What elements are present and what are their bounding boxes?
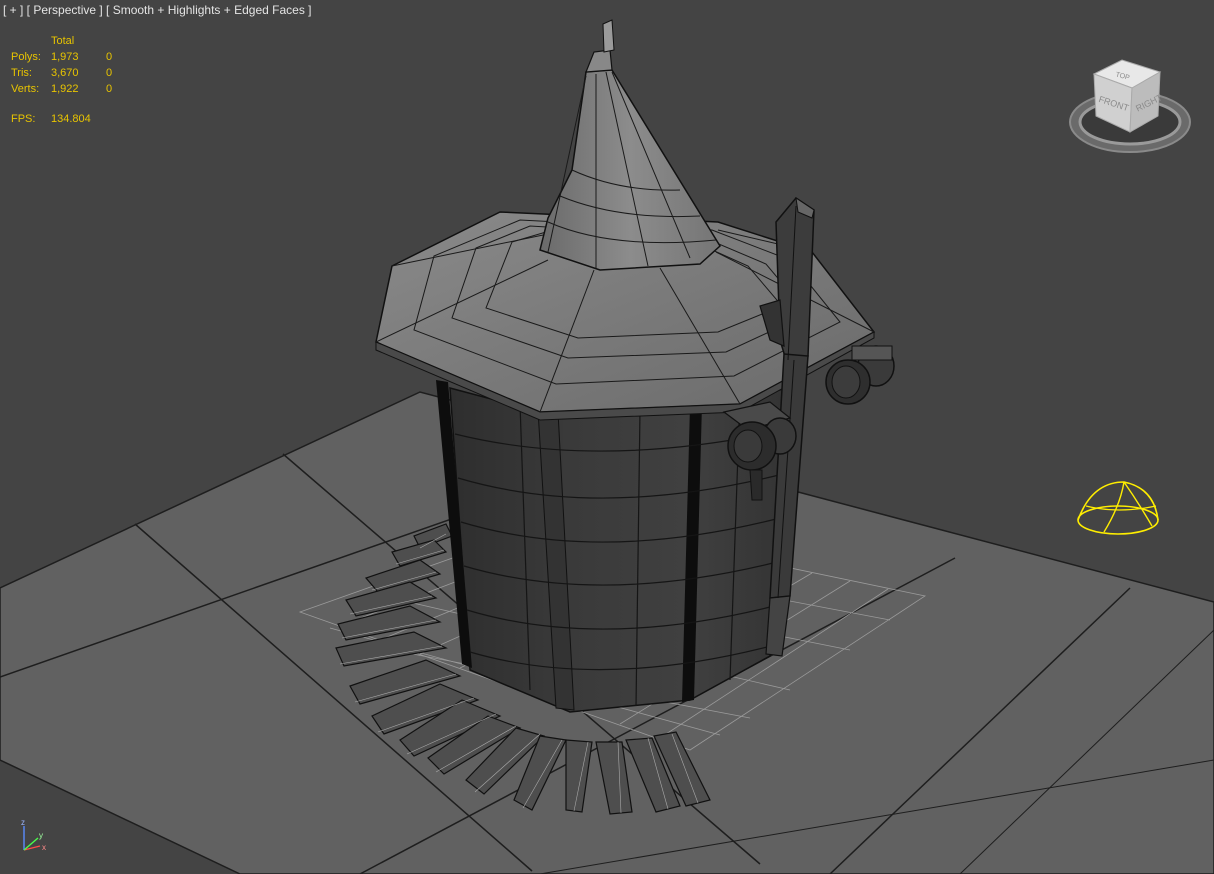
scene-view[interactable] [0, 0, 1214, 874]
stats-header: Total [51, 35, 75, 47]
axis-x-label: x [42, 843, 46, 852]
axis-z-label: z [21, 818, 25, 827]
viewcube[interactable]: TOP FRONT RIGHT [1064, 52, 1192, 162]
fps-readout: FPS: 134.804 [11, 113, 91, 125]
axis-y-label: y [39, 831, 43, 840]
fps-label: FPS: [11, 113, 36, 125]
perspective-viewport[interactable]: [ + ] [ Perspective ] [ Smooth + Highlig… [0, 0, 1214, 874]
viewport-label[interactable]: [ + ] [ Perspective ] [ Smooth + Highlig… [3, 3, 312, 17]
roof-spire[interactable] [539, 19, 721, 271]
light-gizmo[interactable] [1072, 476, 1164, 540]
fps-value: 134.804 [51, 113, 91, 125]
axis-triad: z y x [21, 818, 46, 852]
